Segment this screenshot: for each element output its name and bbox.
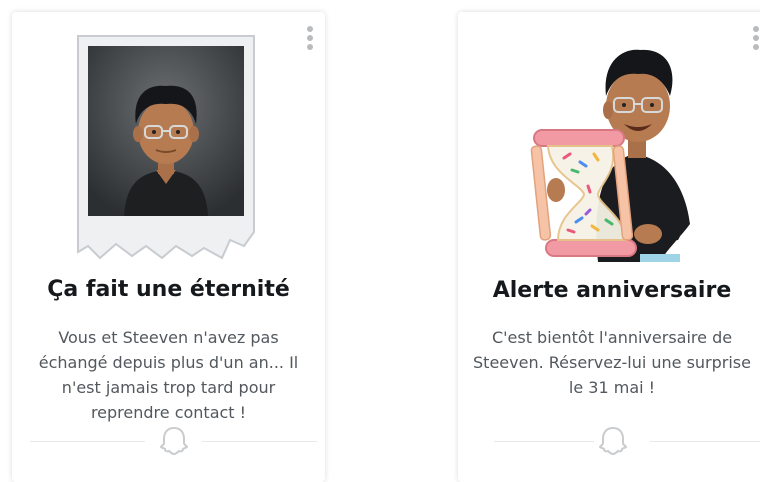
card-description: Vous et Steeven n'avez pas échangé depui… [38, 328, 299, 422]
bitmoji-polaroid-illustration [77, 35, 255, 260]
card-description: C'est bientôt l'anniversaire de Steeven.… [473, 328, 751, 397]
bitmoji-hourglass-illustration [530, 49, 690, 262]
more-options-icon[interactable] [306, 26, 314, 54]
divider-left [494, 441, 594, 442]
card-title: Ça fait une éternité [47, 277, 290, 302]
friendship-card-birthday[interactable]: Alerte anniversaire C'est bientôt l'anni… [458, 12, 760, 482]
ghost-icon [598, 426, 628, 456]
friendship-card-eternity[interactable]: Ça fait une éternité Vous et Steeven n'a… [12, 12, 325, 482]
ghost-icon [159, 426, 189, 456]
divider-right [202, 441, 317, 442]
divider-left [30, 441, 145, 442]
card-title: Alerte anniversaire [492, 278, 732, 303]
more-options-icon[interactable] [752, 26, 760, 54]
divider-right [650, 441, 760, 442]
